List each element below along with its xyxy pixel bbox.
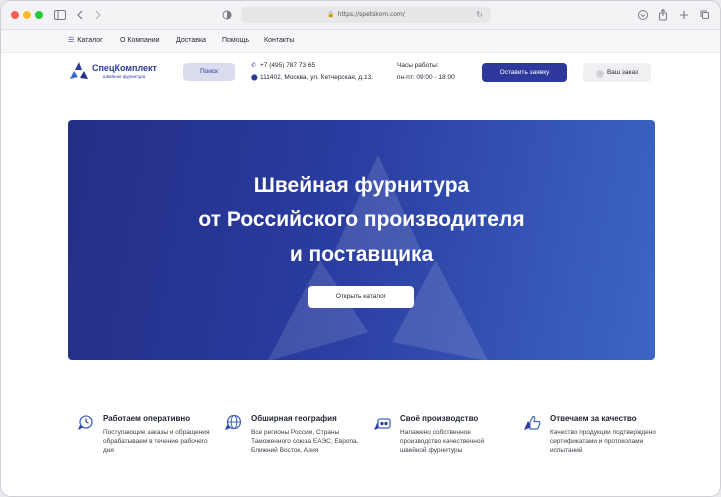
logo-name: СпецКомплект: [92, 63, 157, 73]
request-button[interactable]: Оставить заявку: [482, 63, 567, 82]
url-text: https://spetskom.com/: [337, 11, 405, 18]
feature-title: Своё производство: [400, 414, 479, 423]
phone-contact[interactable]: ✆ +7 (495) 787 73 65: [251, 62, 315, 69]
factory-icon: [374, 418, 391, 430]
feature-title: Обширная география: [251, 414, 337, 423]
feature-geography: Обширная география Все регионы России, С…: [223, 413, 363, 483]
logo-mark-icon: [70, 62, 88, 79]
browser-window: 🔒 https://spetskom.com/ ↻ ☰ Каталог О Комп…: [1, 1, 720, 496]
address-bar[interactable]: 🔒 https://spetskom.com/ ↻: [241, 7, 491, 23]
nav-help[interactable]: Помощь: [222, 30, 249, 52]
privacy-shield-icon[interactable]: [221, 7, 233, 23]
share-icon[interactable]: [657, 7, 669, 23]
cart-icon: ◦: [595, 70, 604, 78]
feature-description: Поступающие заказы и обращения обрабатыв…: [103, 429, 210, 454]
menu-icon: ☰: [68, 37, 75, 44]
feature-quality: Отвечаем за качество Качество продукции …: [522, 413, 662, 483]
search-button[interactable]: Поиск: [183, 63, 235, 81]
hero-title-line-2: от Российского производителя: [198, 208, 525, 231]
nav-contacts[interactable]: Контакты: [264, 30, 294, 52]
logo-tagline: швейная фурнитура: [103, 74, 146, 79]
phone-icon: ✆: [251, 63, 257, 69]
top-navigation: ☰ Каталог О Компании Доставка Помощь Конт…: [1, 30, 720, 53]
feature-description: Налажено собственное производство качест…: [400, 429, 485, 454]
reload-icon[interactable]: ↻: [476, 7, 483, 23]
hero-title-line-3: и поставщика: [289, 243, 434, 266]
nav-delivery[interactable]: Доставка: [176, 30, 206, 52]
browser-toolbar: 🔒 https://spetskom.com/ ↻: [1, 1, 720, 30]
nav-catalog[interactable]: ☰ Каталог: [68, 30, 103, 52]
tab-overview-icon[interactable]: [699, 7, 711, 23]
feature-description: Все регионы России, Страны Таможенного с…: [251, 429, 359, 454]
thumbs-up-icon: [524, 415, 541, 430]
new-tab-icon[interactable]: [678, 7, 690, 23]
hours-label: Часы работы:: [397, 62, 439, 69]
clock-icon: [78, 415, 93, 430]
hero-title-line-1: Швейная фурнитура: [253, 174, 470, 197]
your-order-button[interactable]: ◦ Ваш заказ: [583, 63, 651, 82]
feature-production: Своё производство Налажено собственное п…: [372, 413, 512, 483]
address-contact: ⬤ 111402, Москва, ул. Кетчерская, д.13.: [251, 74, 374, 81]
zoom-window-button[interactable]: [35, 11, 43, 19]
globe-icon: [225, 414, 242, 430]
download-icon[interactable]: [637, 7, 649, 23]
hours-value: пн-пт: 09:00 - 18:00: [397, 74, 455, 81]
back-icon[interactable]: [75, 7, 85, 23]
open-catalog-button[interactable]: Открыть каталог: [308, 286, 414, 308]
sidebar-toggle-icon[interactable]: [53, 7, 67, 23]
location-pin-icon: ⬤: [251, 75, 258, 81]
feature-title: Отвечаем за качество: [550, 414, 637, 423]
minimize-window-button[interactable]: [23, 11, 31, 19]
lock-icon: 🔒: [327, 11, 335, 18]
forward-icon[interactable]: [93, 7, 103, 23]
feature-fast: Работаем оперативно Поступающие заказы и…: [75, 413, 215, 483]
logo[interactable]: СпецКомплект швейная фурнитура: [68, 61, 168, 83]
feature-description: Качество продукции подтверждено сертифик…: [550, 429, 656, 454]
nav-about[interactable]: О Компании: [120, 30, 160, 52]
hero-banner: Швейная фурнитура от Российского произво…: [68, 120, 655, 360]
feature-title: Работаем оперативно: [103, 414, 191, 423]
close-window-button[interactable]: [11, 11, 19, 19]
